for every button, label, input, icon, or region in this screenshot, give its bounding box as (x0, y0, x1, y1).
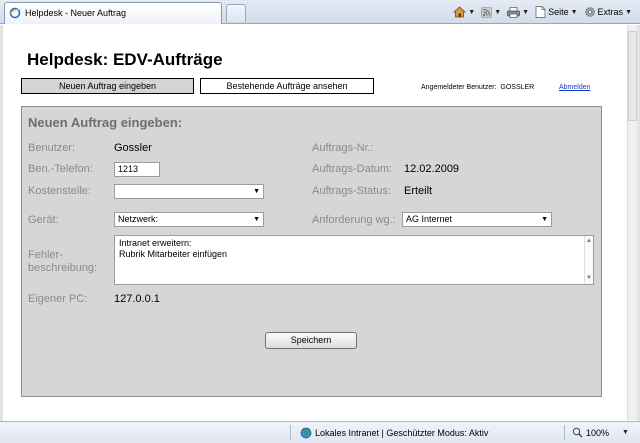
gear-icon (584, 7, 595, 17)
chevron-down-icon: ▼ (541, 216, 548, 223)
description-line: Intranet erweitern: (119, 238, 192, 248)
cost-center-select[interactable]: ▼ (114, 184, 264, 199)
browser-tab[interactable]: Helpdesk - Neuer Auftrag (4, 2, 222, 24)
magnifier-icon (572, 427, 583, 438)
browser-tab-title: Helpdesk - Neuer Auftrag (25, 8, 127, 18)
page-scrollbar[interactable] (627, 25, 637, 420)
logged-in-user-name: GOSSLER (500, 84, 535, 91)
zoom-control[interactable]: 100% ▼ (572, 427, 629, 438)
new-tab-button[interactable] (226, 4, 246, 22)
logout-link[interactable]: Abmelden (559, 84, 591, 91)
page-menu-button[interactable]: Seite ▼ (535, 6, 578, 18)
zoom-level: 100% (586, 427, 610, 438)
description-label-line1: Fehler- (28, 249, 63, 261)
order-date-label: Auftrags-Datum: (312, 163, 393, 175)
description-textarea[interactable]: Intranet erweitern: Rubrik Mitarbeiter e… (114, 235, 594, 285)
phone-input[interactable]: 1213 (114, 162, 160, 177)
status-divider (290, 425, 291, 440)
scroll-down-icon[interactable]: ▼ (586, 273, 592, 284)
device-label: Gerät: (28, 214, 59, 226)
existing-orders-nav-button[interactable]: Bestehende Aufträge ansehen (200, 78, 374, 94)
form-heading: Neuen Auftrag eingeben: (28, 115, 183, 130)
new-order-nav-button[interactable]: Neuen Auftrag eingeben (21, 78, 194, 94)
security-zone[interactable]: Lokales Intranet | Geschützter Modus: Ak… (300, 427, 488, 439)
page-menu-label: Seite (548, 7, 569, 17)
order-status-label: Auftrags-Status: (312, 185, 391, 197)
globe-icon (300, 427, 312, 439)
command-bar: ▼ ▼ ▼ Seite ▼ Extras ▼ (453, 4, 632, 20)
browser-status-bar: Lokales Intranet | Geschützter Modus: Ak… (0, 421, 640, 443)
chevron-down-icon[interactable]: ▼ (625, 9, 632, 16)
new-order-form: Neuen Auftrag eingeben: Benutzer: Gossle… (21, 106, 602, 397)
rss-feed-icon (481, 6, 493, 18)
order-date-value: 12.02.2009 (404, 163, 460, 175)
chevron-down-icon[interactable]: ▼ (522, 9, 529, 16)
request-reason-value: AG Internet (406, 214, 453, 224)
own-pc-label: Eigener PC: (28, 293, 88, 305)
chevron-down-icon[interactable]: ▼ (571, 9, 578, 16)
user-value: Gossler (114, 142, 152, 154)
print-button[interactable]: ▼ (507, 6, 529, 18)
chevron-down-icon: ▼ (253, 216, 260, 223)
request-reason-label: Anforderung wg.: (312, 214, 396, 226)
logged-in-user-label: Angemeldeter Benutzer: (421, 84, 497, 91)
logged-in-user: Angemeldeter Benutzer: GOSSLER (421, 84, 534, 91)
description-label-line2: beschreibung: (28, 262, 98, 274)
status-divider (564, 425, 565, 440)
tools-menu-label: Extras (597, 7, 624, 17)
page-title: Helpdesk: EDV-Aufträge (27, 50, 223, 69)
device-select[interactable]: Netzwerk: ▼ (114, 212, 264, 227)
chevron-down-icon: ▼ (253, 188, 260, 195)
order-no-label: Auftrags-Nr.: (312, 142, 374, 154)
page-icon (535, 6, 546, 18)
cost-center-label: Kostenstelle: (28, 185, 91, 197)
home-icon (453, 6, 467, 18)
home-button[interactable]: ▼ (453, 6, 475, 18)
user-label: Benutzer: (28, 142, 76, 154)
tools-menu-button[interactable]: Extras ▼ (584, 6, 632, 18)
scrollbar-thumb[interactable] (628, 31, 637, 121)
description-line: Rubrik Mitarbeiter einfügen (119, 249, 228, 259)
feeds-button[interactable]: ▼ (481, 6, 501, 18)
save-button[interactable]: Speichern (265, 332, 357, 349)
textarea-scrollbar[interactable]: ▲ ▼ (584, 236, 593, 284)
chevron-down-icon[interactable]: ▼ (622, 429, 629, 436)
printer-icon (507, 6, 521, 18)
request-reason-select[interactable]: AG Internet ▼ (402, 212, 552, 227)
phone-label: Ben.-Telefon: (28, 163, 93, 175)
ie-logo-icon (9, 7, 21, 19)
security-zone-text: Lokales Intranet | Geschützter Modus: Ak… (315, 428, 489, 438)
own-pc-value: 127.0.0.1 (114, 293, 160, 305)
order-status-value: Erteilt (404, 185, 433, 197)
device-value: Netzwerk: (118, 214, 159, 224)
chevron-down-icon[interactable]: ▼ (468, 9, 475, 16)
chevron-down-icon[interactable]: ▼ (494, 9, 501, 16)
browser-tab-bar: Helpdesk - Neuer Auftrag ▼ ▼ ▼ Seite ▼ E… (0, 0, 640, 24)
scroll-up-icon[interactable]: ▲ (586, 236, 592, 247)
